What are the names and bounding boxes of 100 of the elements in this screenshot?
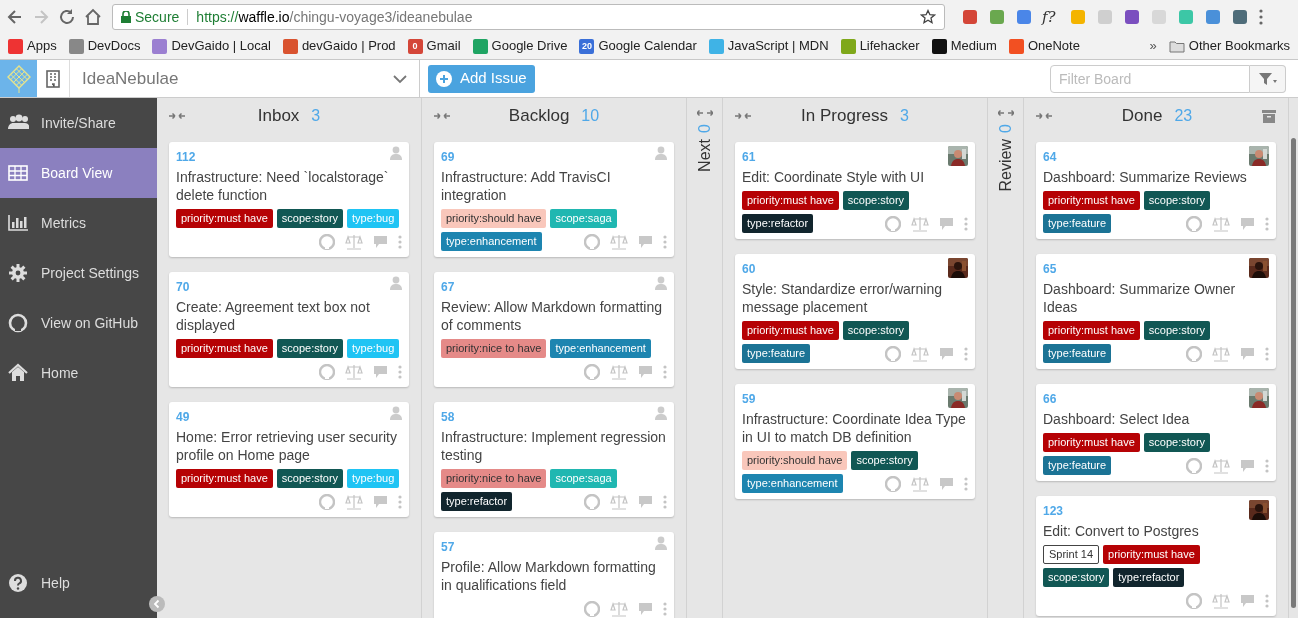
overflow-chevron[interactable]: » [1149, 36, 1157, 56]
scale-icon[interactable] [911, 345, 929, 362]
extension-label[interactable]: f? [1042, 5, 1060, 29]
help-item[interactable]: Help [0, 558, 157, 608]
issue-card[interactable]: 69 Infrastructure: Add TravisCI integration priority:should have scope:saga type:enhancement [434, 142, 674, 257]
scale-icon[interactable] [1212, 345, 1230, 362]
issue-card[interactable]: 70 Create: Agreement text box not displayed priority:must have scope:story type:bug [169, 272, 409, 387]
bookmark[interactable]: DevGaido | Local [152, 36, 271, 56]
filter-button[interactable] [1250, 64, 1286, 93]
filter-field[interactable]: Filter Board [1050, 64, 1250, 93]
comment-icon[interactable] [638, 494, 653, 509]
extension-icon[interactable] [988, 8, 1006, 26]
issue-card[interactable]: 61 Edit: Coordinate Style with UI priority:must have scope:story type:refactor [735, 142, 975, 239]
comment-icon[interactable] [1240, 593, 1255, 608]
issue-card[interactable]: 59 Infrastructure: Coordinate Idea Type in UI to match DB definition priority:should have scope:story type:enhancement [735, 384, 975, 499]
sidebar-item[interactable]: Board View [0, 148, 157, 198]
issue-card[interactable]: 49 Home: Error retrieving user security profile on Home page priority:must have scope:story type:bug [169, 402, 409, 517]
bookmark[interactable]: Medium [931, 36, 997, 56]
issue-card[interactable]: 65 Dashboard: Summarize Owner Ideas priority:must have scope:story type:feature [1036, 254, 1276, 369]
comment-icon[interactable] [1240, 216, 1255, 231]
more-icon[interactable] [964, 346, 968, 361]
bookmark[interactable]: OneNote [1008, 36, 1080, 56]
scale-icon[interactable] [345, 493, 363, 510]
person-icon[interactable] [390, 146, 402, 160]
person-icon[interactable] [390, 276, 402, 290]
scale-icon[interactable] [610, 493, 628, 510]
sidebar-item[interactable]: View on GitHub [0, 298, 157, 348]
issue-card[interactable]: 112 Infrastructure: Need `localstorage` delete function priority:must have scope:story type:bug [169, 142, 409, 257]
person-icon[interactable] [390, 406, 402, 420]
scale-icon[interactable] [911, 475, 929, 492]
comment-icon[interactable] [939, 216, 954, 231]
comment-icon[interactable] [1240, 346, 1255, 361]
collapse-column-icon[interactable] [735, 111, 751, 121]
more-icon[interactable] [663, 234, 667, 249]
star-icon[interactable] [920, 9, 936, 25]
scrollbar[interactable] [1290, 138, 1296, 608]
more-icon[interactable] [1265, 458, 1269, 473]
project-dropdown[interactable]: IdeaNebulae [70, 60, 420, 97]
address-bar[interactable]: Secure https://waffle.io/chingu-voyage3/ideanebulae [112, 4, 945, 30]
comment-icon[interactable] [638, 601, 653, 616]
extension-icon[interactable] [1015, 8, 1033, 26]
scale-icon[interactable] [911, 215, 929, 232]
issue-card[interactable]: 67 Review: Allow Markdown formatting of comments priority:nice to have type:enhancement [434, 272, 674, 387]
issue-card[interactable]: 60 Style: Standardize error/warning message placement priority:must have scope:story type:feature [735, 254, 975, 369]
scale-icon[interactable] [610, 363, 628, 380]
issue-card[interactable]: 64 Dashboard: Summarize Reviews priority:must have scope:story type:feature [1036, 142, 1276, 239]
more-icon[interactable] [1265, 216, 1269, 231]
sidebar-item[interactable]: Invite/Share [0, 98, 157, 148]
more-icon[interactable] [663, 364, 667, 379]
comment-icon[interactable] [638, 234, 653, 249]
issue-card[interactable]: 66 Dashboard: Select Idea priority:must have scope:story type:feature [1036, 384, 1276, 481]
scale-icon[interactable] [610, 233, 628, 250]
sidebar-item[interactable]: Home [0, 348, 157, 398]
bookmark[interactable]: 0 Gmail [407, 36, 461, 56]
issue-card[interactable]: 123 Edit: Convert to Postgres Sprint 14 priority:must have scope:story type:refactor [1036, 496, 1276, 616]
scale-icon[interactable] [1212, 592, 1230, 609]
person-icon[interactable] [655, 146, 667, 160]
collapse-column-icon[interactable] [169, 111, 185, 121]
expand-column-icon[interactable] [997, 108, 1014, 118]
more-icon[interactable] [398, 364, 402, 379]
scale-icon[interactable] [345, 233, 363, 250]
logo[interactable] [0, 60, 37, 97]
more-icon[interactable] [964, 476, 968, 491]
extension-icon[interactable] [1123, 8, 1141, 26]
expand-column-icon[interactable] [696, 108, 713, 118]
person-icon[interactable] [655, 536, 667, 550]
extension-icon[interactable] [1204, 8, 1222, 26]
comment-icon[interactable] [373, 234, 388, 249]
more-icon[interactable] [398, 234, 402, 249]
menu-icon[interactable] [1258, 8, 1264, 26]
bookmark[interactable]: Google Drive [472, 36, 568, 56]
collapse-column-icon[interactable] [1036, 111, 1052, 121]
issue-card[interactable]: 58 Infrastructure: Implement regression testing priority:nice to have scope:saga type:refactor [434, 402, 674, 517]
extension-icon[interactable] [1231, 8, 1249, 26]
bookmark[interactable]: Apps [8, 36, 57, 56]
more-icon[interactable] [663, 494, 667, 509]
bookmark-folder[interactable]: Other Bookmarks [1168, 36, 1290, 56]
more-icon[interactable] [1265, 593, 1269, 608]
more-icon[interactable] [663, 601, 667, 616]
archive-icon[interactable] [1262, 109, 1276, 123]
bookmark[interactable]: Lifehacker [840, 36, 920, 56]
sidebar-item[interactable]: Project Settings [0, 248, 157, 298]
bookmark[interactable]: DevDocs [68, 36, 141, 56]
scale-icon[interactable] [610, 600, 628, 617]
scale-icon[interactable] [1212, 215, 1230, 232]
bookmark[interactable]: JavaScript | MDN [708, 36, 829, 56]
comment-icon[interactable] [638, 364, 653, 379]
scale-icon[interactable] [345, 363, 363, 380]
collapse-column-icon[interactable] [434, 111, 450, 121]
sidebar-item[interactable]: Metrics [0, 198, 157, 248]
bookmark[interactable]: devGaido | Prod [282, 36, 396, 56]
bookmark[interactable]: 20 Google Calendar [579, 36, 697, 56]
extension-icon[interactable] [961, 8, 979, 26]
comment-icon[interactable] [373, 364, 388, 379]
comment-icon[interactable] [939, 346, 954, 361]
person-icon[interactable] [655, 276, 667, 290]
person-icon[interactable] [655, 406, 667, 420]
scale-icon[interactable] [1212, 457, 1230, 474]
more-icon[interactable] [398, 494, 402, 509]
more-icon[interactable] [1265, 346, 1269, 361]
